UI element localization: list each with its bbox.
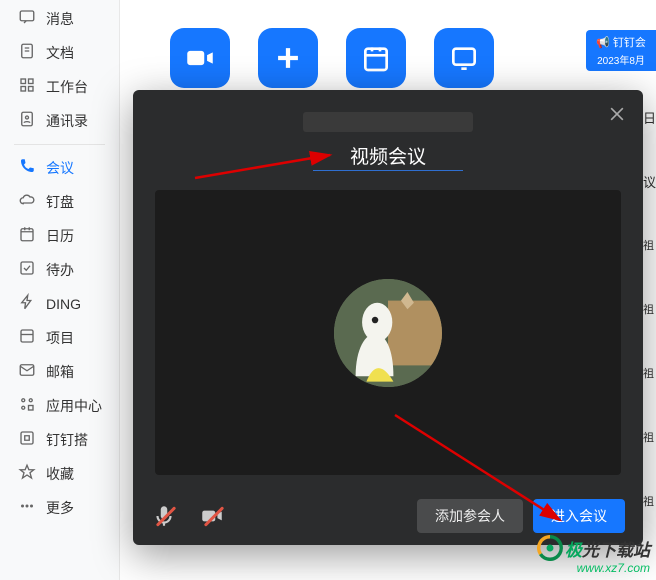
sidebar-item-ding[interactable]: DING (0, 287, 119, 321)
avatar (334, 279, 442, 387)
sidebar-item-todo[interactable]: 待办 (0, 253, 119, 287)
camera-toggle-button[interactable] (199, 503, 225, 529)
calendar-icon (18, 225, 36, 247)
sidebar-item-more[interactable]: 更多 (0, 491, 119, 525)
redacted-name-mask (303, 112, 473, 132)
join-meeting-modal: 添加参会人 进入会议 (133, 90, 643, 545)
apps-icon (18, 395, 36, 417)
history-char: 祖 (643, 301, 654, 317)
sidebar-item-label: 收藏 (46, 464, 74, 484)
button-label: 进入会议 (551, 506, 607, 526)
chat-icon (18, 8, 36, 30)
sidebar-item-label: 钉钉搭 (46, 430, 88, 450)
history-char: 祖 (643, 365, 654, 381)
sidebar-item-docs[interactable]: 文档 (0, 36, 119, 70)
button-label: 添加参会人 (435, 506, 505, 526)
watermark-url: www.xz7.com (537, 561, 650, 575)
sidebar: 消息 文档 工作台 通讯录 会议 钉盘 日历 (0, 0, 120, 580)
promo-line1: 📢 钉钉会 (592, 34, 650, 50)
sidebar-divider (14, 144, 105, 145)
more-icon (18, 497, 36, 519)
watermark: 极光下载站 www.xz7.com (537, 535, 650, 575)
meeting-title-input[interactable] (313, 142, 463, 171)
sidebar-item-meeting[interactable]: 会议 (0, 151, 119, 185)
mail-icon (18, 361, 36, 383)
sidebar-item-label: 钉盘 (46, 192, 74, 212)
promo-line2: 2023年8月 (592, 52, 650, 67)
sidebar-item-messages[interactable]: 消息 (0, 2, 119, 36)
sidebar-item-label: 待办 (46, 260, 74, 280)
sidebar-item-project[interactable]: 项目 (0, 321, 119, 355)
sidebar-item-mail[interactable]: 邮箱 (0, 355, 119, 389)
new-meeting-button[interactable] (258, 28, 318, 88)
cloud-icon (18, 191, 36, 213)
history-char: 祖 (643, 493, 654, 509)
close-button[interactable] (607, 104, 627, 130)
watermark-logo-icon (537, 535, 563, 561)
sidebar-item-favorites[interactable]: 收藏 (0, 457, 119, 491)
phone-icon (18, 157, 36, 179)
star-icon (18, 463, 36, 485)
checkbox-icon (18, 259, 36, 281)
grid-icon (18, 76, 36, 98)
camera-preview (155, 190, 621, 475)
meeting-title-wrap (313, 142, 463, 171)
join-meeting-button[interactable]: 进入会议 (533, 499, 625, 533)
sidebar-item-label: 更多 (46, 498, 74, 518)
watermark-brand-rest: 光下载站 (582, 536, 650, 561)
promo-banner[interactable]: 📢 钉钉会 2023年8月 (586, 30, 656, 71)
screencast-button[interactable] (434, 28, 494, 88)
lightning-icon (18, 293, 36, 315)
builder-icon (18, 429, 36, 451)
sidebar-item-label: 日历 (46, 226, 74, 246)
sidebar-item-label: 项目 (46, 328, 74, 348)
sidebar-item-label: 应用中心 (46, 396, 102, 416)
history-char: 祖 (643, 429, 654, 445)
doc-icon (18, 42, 36, 64)
sidebar-item-label: DING (46, 296, 81, 312)
history-char: 祖 (643, 237, 654, 253)
watermark-brand-first: 极 (565, 536, 582, 561)
project-icon (18, 327, 36, 349)
top-actions: 📢 钉钉会 2023年8月 (120, 0, 656, 88)
sidebar-item-label: 文档 (46, 43, 74, 63)
contacts-icon (18, 110, 36, 132)
start-video-button[interactable] (170, 28, 230, 88)
sidebar-item-builder[interactable]: 钉钉搭 (0, 423, 119, 457)
sidebar-item-label: 邮箱 (46, 362, 74, 382)
sidebar-item-label: 消息 (46, 9, 74, 29)
sidebar-item-drive[interactable]: 钉盘 (0, 185, 119, 219)
sidebar-item-label: 工作台 (46, 77, 88, 97)
schedule-button[interactable] (346, 28, 406, 88)
sidebar-item-contacts[interactable]: 通讯录 (0, 104, 119, 138)
sidebar-item-label: 会议 (46, 158, 74, 178)
sidebar-item-workbench[interactable]: 工作台 (0, 70, 119, 104)
sidebar-item-apps[interactable]: 应用中心 (0, 389, 119, 423)
sidebar-item-calendar[interactable]: 日历 (0, 219, 119, 253)
sidebar-item-label: 通讯录 (46, 111, 88, 131)
mic-toggle-button[interactable] (151, 503, 177, 529)
add-participants-button[interactable]: 添加参会人 (417, 499, 523, 533)
